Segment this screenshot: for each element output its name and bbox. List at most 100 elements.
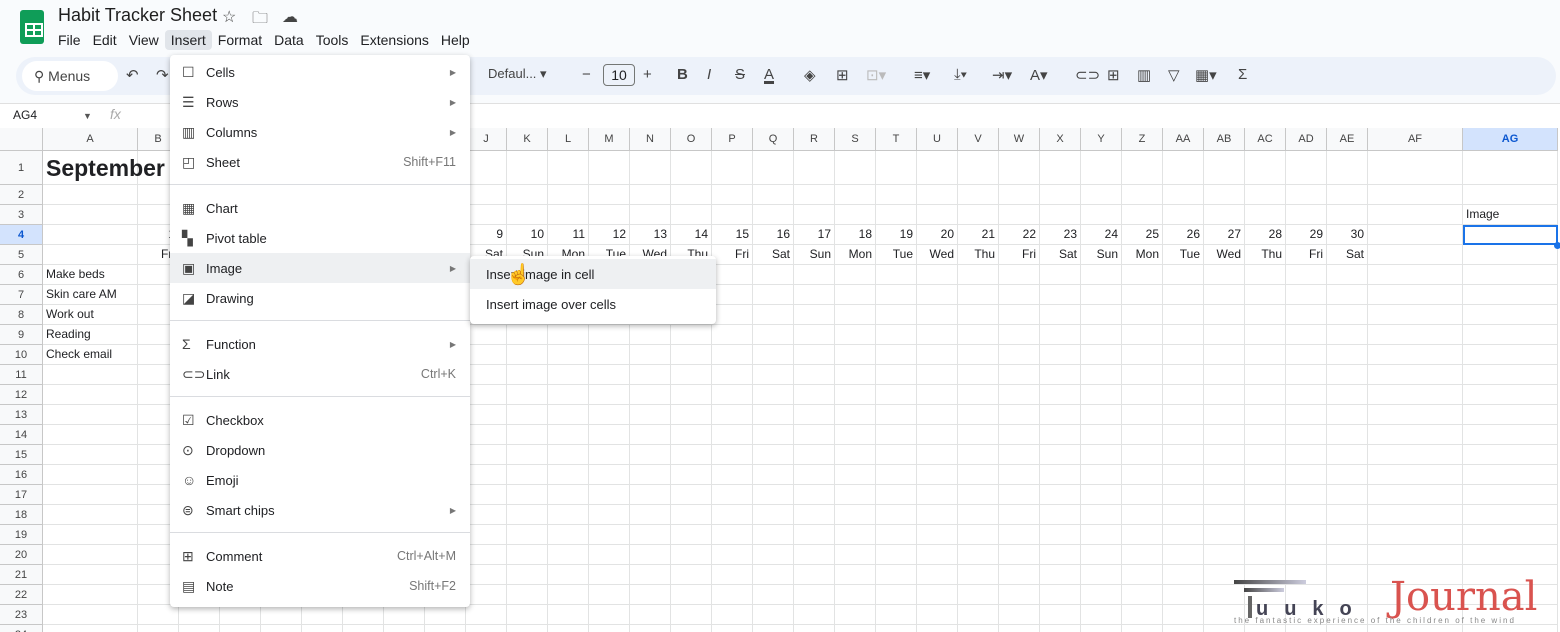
cell-AB5[interactable]: Wed [1204, 245, 1245, 265]
cell-AD3[interactable] [1286, 205, 1327, 225]
insert-link-icon[interactable]: ⊂⊃ [1075, 66, 1100, 84]
cell-Z24[interactable] [1122, 625, 1163, 632]
cell-O21[interactable] [671, 565, 712, 585]
cell-AD11[interactable] [1286, 365, 1327, 385]
cell-AE19[interactable] [1327, 525, 1368, 545]
cell-V9[interactable] [958, 325, 999, 345]
cell-P7[interactable] [712, 285, 753, 305]
cell-U16[interactable] [917, 465, 958, 485]
cell-K14[interactable] [507, 425, 548, 445]
cell-U19[interactable] [917, 525, 958, 545]
cell-X20[interactable] [1040, 545, 1081, 565]
name-box[interactable]: AG4 ▼ [13, 108, 92, 122]
cell-L2[interactable] [548, 185, 589, 205]
cell-W23[interactable] [999, 605, 1040, 625]
cell-J2[interactable] [466, 185, 507, 205]
cell-S4[interactable]: 18 [835, 225, 876, 245]
row-header-23[interactable]: 23 [0, 605, 43, 625]
cell-V13[interactable] [958, 405, 999, 425]
cell-AG10[interactable] [1463, 345, 1558, 365]
row-header-16[interactable]: 16 [0, 465, 43, 485]
menu-item-pivot-table[interactable]: ▚ Pivot table [170, 223, 470, 253]
cell-V24[interactable] [958, 625, 999, 632]
cell-R8[interactable] [794, 305, 835, 325]
cell-R10[interactable] [794, 345, 835, 365]
cell-S3[interactable] [835, 205, 876, 225]
cell-W11[interactable] [999, 365, 1040, 385]
cell-K2[interactable] [507, 185, 548, 205]
cell-N2[interactable] [630, 185, 671, 205]
cell-AB11[interactable] [1204, 365, 1245, 385]
column-header-P[interactable]: P [712, 128, 753, 151]
cell-AA22[interactable] [1163, 585, 1204, 605]
cell-AC12[interactable] [1245, 385, 1286, 405]
cell-AG15[interactable] [1463, 445, 1558, 465]
cell-J17[interactable] [466, 485, 507, 505]
cell-K1[interactable] [507, 151, 548, 185]
cell-W2[interactable] [999, 185, 1040, 205]
cell-C23[interactable] [179, 605, 220, 625]
row-header-21[interactable]: 21 [0, 565, 43, 585]
cell-AC1[interactable] [1245, 151, 1286, 185]
cell-Z21[interactable] [1122, 565, 1163, 585]
cell-O17[interactable] [671, 485, 712, 505]
cell-AA18[interactable] [1163, 505, 1204, 525]
strikethrough-icon[interactable]: S [735, 66, 745, 83]
cell-AG17[interactable] [1463, 485, 1558, 505]
menu-item-comment[interactable]: ⊞ Comment Ctrl+Alt+M [170, 541, 470, 571]
cell-Y20[interactable] [1081, 545, 1122, 565]
cell-W3[interactable] [999, 205, 1040, 225]
cell-A2[interactable] [43, 185, 138, 205]
cell-AC16[interactable] [1245, 465, 1286, 485]
cell-R1[interactable] [794, 151, 835, 185]
cell-Q4[interactable]: 16 [753, 225, 794, 245]
cell-AG16[interactable] [1463, 465, 1558, 485]
cell-L15[interactable] [548, 445, 589, 465]
text-rotation-icon[interactable]: A▾ [1030, 66, 1048, 84]
menu-insert[interactable]: Insert [164, 30, 212, 50]
cell-A21[interactable] [43, 565, 138, 585]
column-header-S[interactable]: S [835, 128, 876, 151]
column-header-O[interactable]: O [671, 128, 712, 151]
cell-AF2[interactable] [1368, 185, 1463, 205]
cell-O11[interactable] [671, 365, 712, 385]
row-header-7[interactable]: 7 [0, 285, 43, 305]
cell-AB3[interactable] [1204, 205, 1245, 225]
cell-O10[interactable] [671, 345, 712, 365]
cell-N1[interactable] [630, 151, 671, 185]
cell-X14[interactable] [1040, 425, 1081, 445]
cell-S6[interactable] [835, 265, 876, 285]
menu-item-sheet[interactable]: ◰ Sheet Shift+F11 [170, 147, 470, 177]
row-header-11[interactable]: 11 [0, 365, 43, 385]
cell-F24[interactable] [302, 625, 343, 632]
column-header-W[interactable]: W [999, 128, 1040, 151]
cell-X24[interactable] [1040, 625, 1081, 632]
cell-P14[interactable] [712, 425, 753, 445]
cell-X4[interactable]: 23 [1040, 225, 1081, 245]
cell-T1[interactable] [876, 151, 917, 185]
cell-W20[interactable] [999, 545, 1040, 565]
cell-AC19[interactable] [1245, 525, 1286, 545]
cell-M15[interactable] [589, 445, 630, 465]
cell-X7[interactable] [1040, 285, 1081, 305]
cell-AG8[interactable] [1463, 305, 1558, 325]
cell-Y15[interactable] [1081, 445, 1122, 465]
increase-font-size-icon[interactable]: + [643, 66, 652, 83]
cell-S8[interactable] [835, 305, 876, 325]
cell-Z17[interactable] [1122, 485, 1163, 505]
cell-AA1[interactable] [1163, 151, 1204, 185]
column-header-A[interactable]: A [43, 128, 138, 151]
cell-S1[interactable] [835, 151, 876, 185]
cell-AB19[interactable] [1204, 525, 1245, 545]
cell-W8[interactable] [999, 305, 1040, 325]
cell-J11[interactable] [466, 365, 507, 385]
cell-J14[interactable] [466, 425, 507, 445]
cell-N19[interactable] [630, 525, 671, 545]
column-header-V[interactable]: V [958, 128, 999, 151]
cell-AA21[interactable] [1163, 565, 1204, 585]
cell-S16[interactable] [835, 465, 876, 485]
cell-W4[interactable]: 22 [999, 225, 1040, 245]
cell-R9[interactable] [794, 325, 835, 345]
cell-T13[interactable] [876, 405, 917, 425]
cell-W7[interactable] [999, 285, 1040, 305]
